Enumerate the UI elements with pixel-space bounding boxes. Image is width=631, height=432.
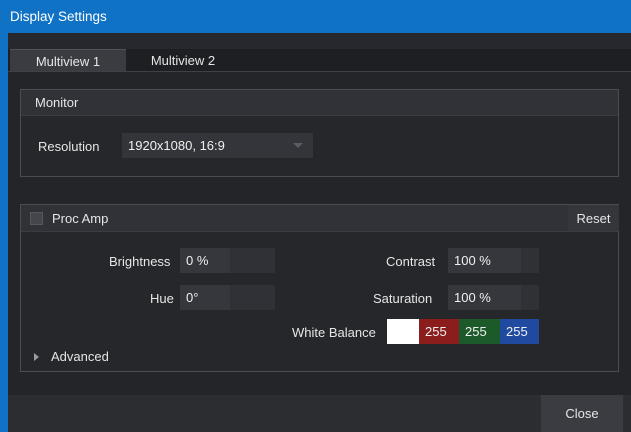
contrast-value: 100 %: [454, 253, 491, 268]
close-button[interactable]: Close: [541, 395, 623, 432]
tab-label: Multiview 1: [35, 54, 101, 69]
resolution-dropdown[interactable]: 1920x1080, 16:9: [122, 133, 313, 158]
resolution-label: Resolution: [38, 139, 100, 154]
tab-panel: Monitor Resolution 1920x1080, 16:9 Proc …: [8, 71, 631, 432]
reset-button[interactable]: Reset: [568, 205, 619, 231]
display-settings-dialog: Multiview 1 Multiview 2 Monitor Resoluti…: [8, 33, 631, 432]
proc-amp-group: Proc Amp Reset Brightness 0 % Contrast 1…: [20, 204, 619, 372]
proc-amp-checkbox[interactable]: [30, 212, 43, 225]
proc-amp-title: Proc Amp: [52, 211, 109, 226]
monitor-group-header: Monitor: [21, 90, 618, 116]
contrast-field[interactable]: 100 %: [448, 248, 539, 273]
contrast-slider-track: [521, 248, 539, 273]
brightness-slider-track: [230, 248, 275, 273]
resolution-value: 1920x1080, 16:9: [128, 138, 225, 153]
saturation-slider-track: [521, 285, 539, 310]
window-left-edge: [0, 0, 8, 432]
white-balance-label: White Balance: [292, 325, 376, 340]
proc-amp-group-header: Proc Amp Reset: [21, 205, 619, 232]
close-label: Close: [565, 406, 599, 421]
hue-field[interactable]: 0°: [180, 285, 275, 310]
tab-strip: Multiview 1 Multiview 2: [8, 49, 631, 71]
saturation-label: Saturation: [373, 291, 433, 306]
white-balance-swatch[interactable]: [387, 319, 419, 344]
tab-label: Multiview 2: [150, 53, 216, 68]
white-balance-green-value: 255: [465, 324, 487, 339]
white-balance-red-field[interactable]: 255: [419, 319, 459, 344]
saturation-field[interactable]: 100 %: [448, 285, 539, 310]
advanced-label: Advanced: [51, 349, 109, 364]
white-balance-green-field[interactable]: 255: [459, 319, 500, 344]
hue-label: Hue: [150, 291, 174, 306]
brightness-label: Brightness: [109, 254, 171, 269]
white-balance-blue-field[interactable]: 255: [500, 319, 539, 344]
triangle-right-icon: [34, 353, 39, 361]
hue-value: 0°: [186, 290, 199, 305]
brightness-value: 0 %: [186, 253, 209, 268]
chevron-down-icon: [293, 143, 303, 148]
hue-slider-track: [230, 285, 275, 310]
brightness-field[interactable]: 0 %: [180, 248, 275, 273]
window-title: Display Settings: [10, 9, 107, 24]
contrast-label: Contrast: [386, 254, 436, 269]
window-title-bar: Display Settings: [0, 0, 631, 33]
monitor-group: Monitor Resolution 1920x1080, 16:9: [20, 89, 619, 177]
white-balance-red-value: 255: [425, 324, 447, 339]
white-balance-blue-value: 255: [506, 324, 528, 339]
reset-label: Reset: [576, 211, 611, 226]
tab-multiview-2[interactable]: Multiview 2: [136, 49, 230, 71]
tab-multiview-1[interactable]: Multiview 1: [10, 49, 126, 71]
advanced-expander[interactable]: Advanced: [31, 348, 141, 366]
monitor-title: Monitor: [35, 95, 79, 110]
dialog-footer: Close: [8, 395, 631, 432]
saturation-value: 100 %: [454, 290, 491, 305]
